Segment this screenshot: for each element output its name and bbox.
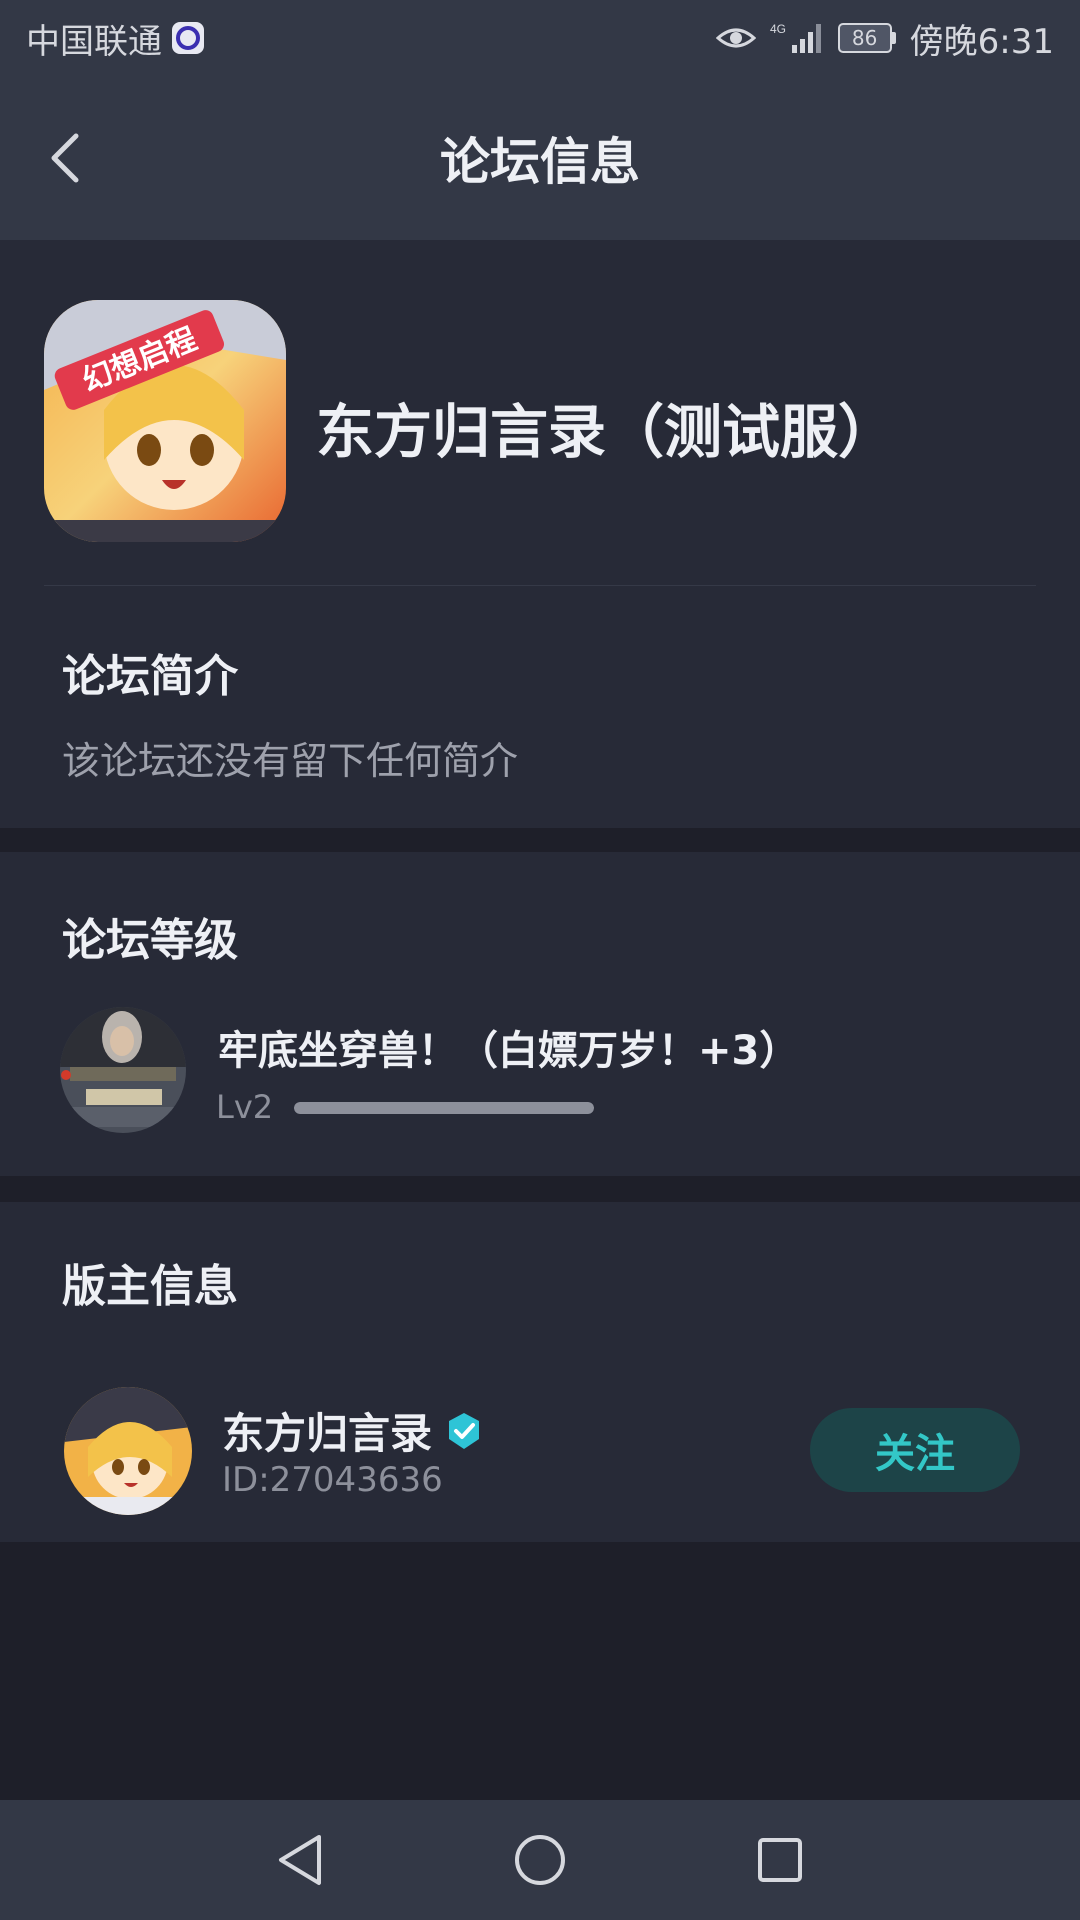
moderator-name-row: 东方归言录 (222, 1400, 482, 1461)
user-avatar[interactable] (60, 1007, 186, 1133)
level-progress-bar (294, 1102, 594, 1114)
intro-text: 该论坛还没有留下任何简介 (62, 739, 519, 783)
signal-icon: 4G (770, 22, 821, 53)
battery-tip (891, 32, 896, 44)
circle-home-icon (515, 1835, 565, 1885)
page-title: 论坛信息 (440, 133, 640, 191)
moderator-heading: 版主信息 (62, 1261, 238, 1312)
divider (44, 585, 1036, 586)
level-progress-fill (294, 1102, 594, 1114)
square-recents-icon (758, 1838, 802, 1882)
moderator-section: 版主信息 东方归言录 ID:27043636 关注 (0, 1202, 1080, 1542)
battery-icon: 86 (837, 23, 896, 53)
title-bar: 论坛信息 (0, 76, 1080, 240)
moderator-avatar[interactable] (64, 1387, 192, 1515)
carrier-app-icon (172, 22, 204, 54)
eye-icon (715, 28, 756, 48)
back-button[interactable] (40, 128, 90, 188)
carrier-group: 中国联通 (26, 14, 204, 63)
forum-icon: 幻想启程 (44, 300, 286, 542)
chevron-left-icon (51, 133, 79, 183)
level-label: Lv2 (216, 1088, 274, 1126)
forum-level-section: 论坛等级 牢底坐穿兽！（白嫖万岁！+3） Lv2 (0, 852, 1080, 1176)
moderator-id: ID:27043636 (222, 1460, 443, 1500)
follow-button[interactable]: 关注 (810, 1408, 1020, 1492)
triangle-back-icon (279, 1835, 321, 1885)
status-icons: 4G 86 傍晚6:31 (715, 14, 1054, 63)
status-bar: 中国联通 4G 86 傍晚6:31 (0, 0, 1080, 76)
system-nav-bar (0, 1800, 1080, 1920)
nav-home-button[interactable] (510, 1830, 570, 1890)
carrier-name: 中国联通 (26, 21, 162, 62)
forum-name: 东方归言录（测试服） (316, 398, 897, 466)
clock: 傍晚6:31 (909, 21, 1054, 62)
battery-level: 86 (837, 23, 892, 53)
nav-recents-button[interactable] (750, 1830, 810, 1890)
level-heading: 论坛等级 (62, 915, 238, 966)
forum-info-section: 幻想启程 东方归言录（测试服） 论坛简介 该论坛还没有留下任何简介 (0, 240, 1080, 828)
nav-back-button[interactable] (270, 1830, 330, 1890)
verified-icon (449, 1412, 480, 1449)
network-type: 4G (770, 22, 786, 36)
intro-heading: 论坛简介 (62, 651, 238, 702)
moderator-name: 东方归言录 (222, 1409, 433, 1458)
level-title: 牢底坐穿兽！（白嫖万岁！+3） (218, 1028, 800, 1074)
